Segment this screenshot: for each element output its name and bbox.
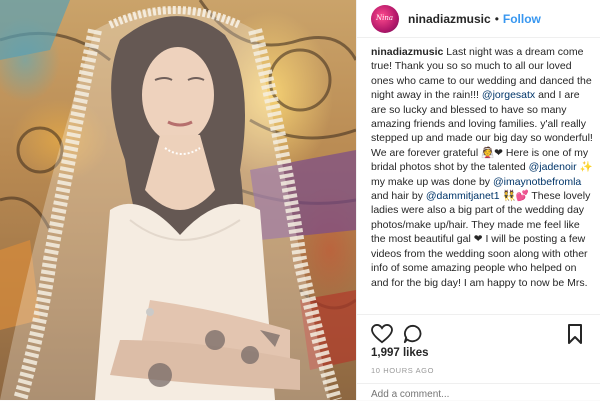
- post-caption: ninadiazmusic Last night was a dream com…: [371, 45, 593, 290]
- caption-username[interactable]: ninadiazmusic: [371, 46, 443, 58]
- mention-link[interactable]: @jorgesatx: [482, 89, 535, 101]
- separator-dot: •: [494, 11, 499, 26]
- caption-text: 👯💕 These lovely ladies were also a big p…: [371, 190, 591, 289]
- mention-link[interactable]: @jadenoir: [529, 161, 577, 173]
- comment-input[interactable]: [371, 387, 571, 401]
- avatar-logo-text: Nina: [376, 13, 394, 22]
- post-photo[interactable]: [0, 0, 356, 400]
- post-timestamp[interactable]: 10 HOURS AGO: [371, 366, 434, 375]
- follow-button[interactable]: Follow: [503, 12, 541, 26]
- heart-icon[interactable]: [371, 324, 393, 344]
- header-username[interactable]: ninadiazmusic: [408, 12, 491, 26]
- avatar[interactable]: Nina: [371, 4, 399, 33]
- caption-text: and hair by: [371, 190, 426, 203]
- mention-link[interactable]: @imaynotbefromla: [493, 176, 581, 188]
- comment-icon[interactable]: [403, 324, 423, 344]
- mention-link[interactable]: @dammitjanet1: [426, 190, 500, 202]
- post-header: Nina ninadiazmusic • Follow: [357, 0, 600, 38]
- like-count[interactable]: 1,997 likes: [371, 347, 429, 359]
- lace-veil: [0, 6, 342, 400]
- post-details-panel: Nina ninadiazmusic • Follow ninadiazmusi…: [356, 0, 600, 401]
- comment-bar: [357, 383, 600, 401]
- bookmark-icon[interactable]: [567, 324, 583, 344]
